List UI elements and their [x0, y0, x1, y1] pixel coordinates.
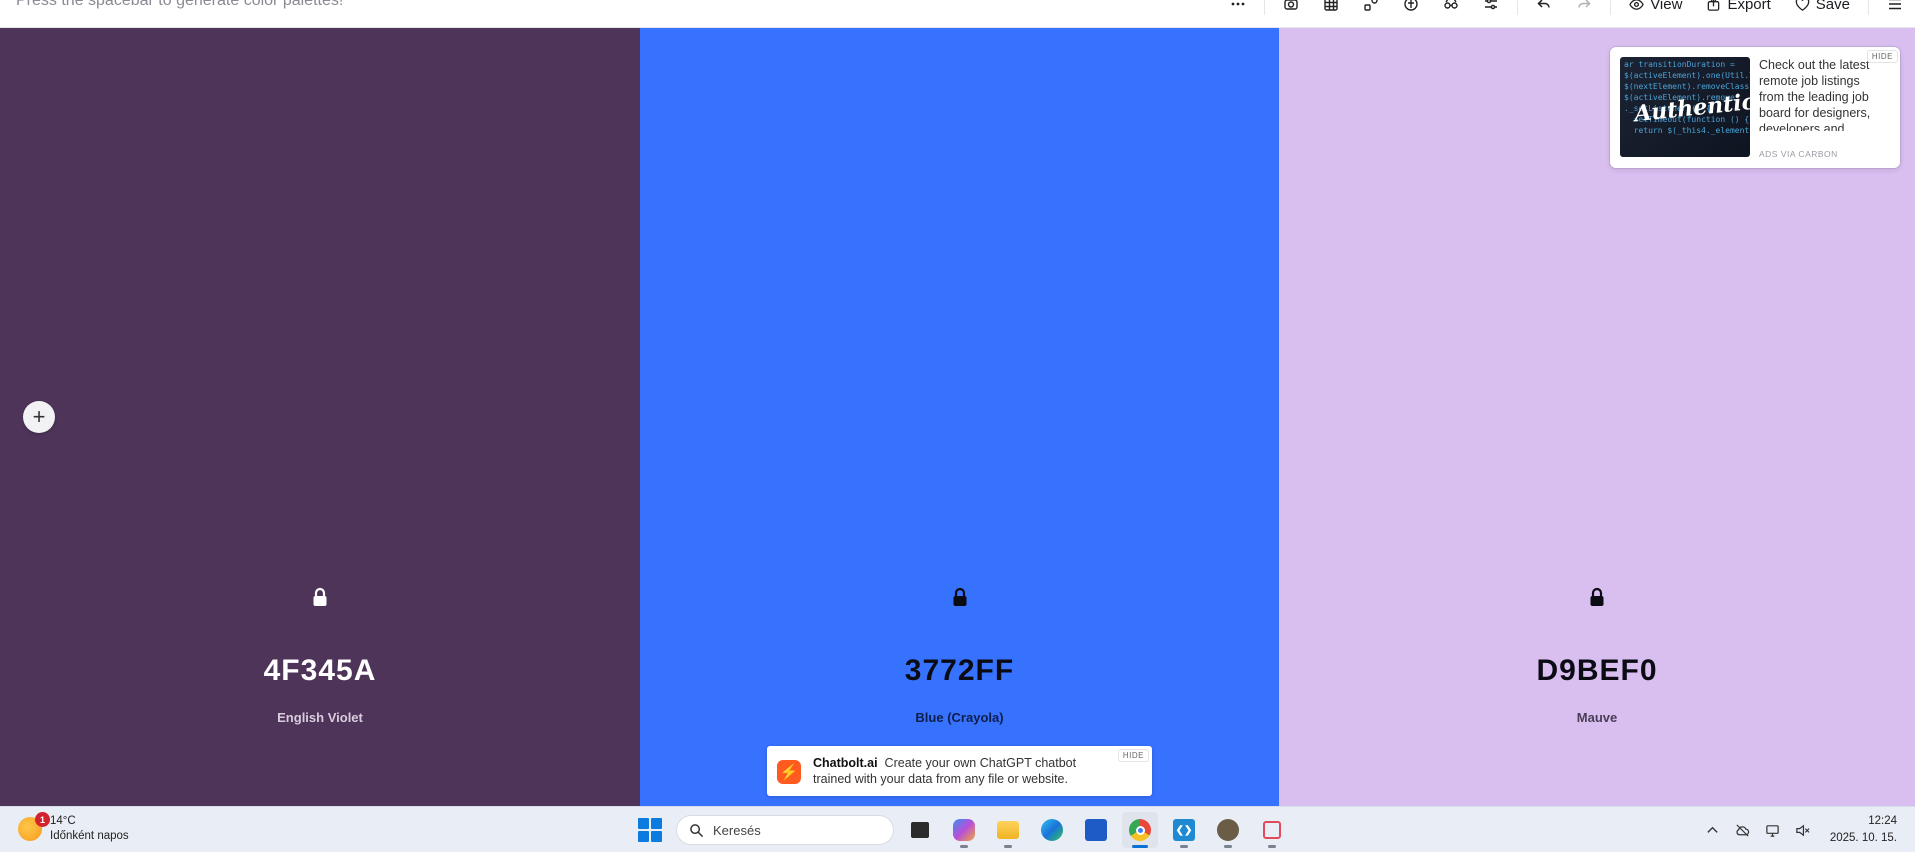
ad-text[interactable]: Check out the latest remote job listings… — [1759, 57, 1871, 131]
system-tray: 12:24 2025. 10. 15. — [1698, 807, 1915, 853]
vscode-icon: ❮❯ — [1173, 819, 1195, 841]
running-indicator — [1224, 845, 1232, 848]
chevron-up-icon[interactable] — [1698, 815, 1728, 845]
lock-icon[interactable] — [1587, 586, 1607, 608]
toolbar-divider — [1610, 0, 1612, 15]
weather-widget[interactable]: 1 14°C Időnként napos — [18, 812, 129, 844]
windows-logo-icon — [638, 818, 662, 842]
chrome-icon — [1129, 819, 1151, 841]
color-hex-code[interactable]: D9BEF0 — [1279, 654, 1915, 688]
m365-icon — [953, 819, 975, 841]
windows-taskbar: 1 14°C Időnként napos Keresés ❮❯ 12:24 2… — [0, 806, 1915, 852]
clock-time: 12:24 — [1868, 815, 1897, 827]
visibility-icon[interactable] — [1431, 0, 1471, 15]
taskbar-app-vscode[interactable]: ❮❯ — [1166, 812, 1202, 848]
chatbolt-ad-text[interactable]: Chatbolt.ai Create your own ChatGPT chat… — [813, 755, 1103, 787]
lock-icon[interactable] — [950, 586, 970, 608]
chatbolt-brand: Chatbolt.ai — [813, 756, 878, 770]
notification-badge: 1 — [35, 812, 50, 827]
taskbar-app-m365[interactable] — [946, 812, 982, 848]
taskbar-app-snipping-tool[interactable] — [1254, 812, 1290, 848]
color-name: English Violet — [277, 710, 363, 725]
export-icon — [1708, 0, 1720, 11]
export-button[interactable]: Export — [1694, 0, 1782, 15]
palette-color-column[interactable]: 3772FF Blue (Crayola) — [640, 28, 1279, 806]
volume-muted-icon[interactable] — [1788, 815, 1818, 845]
running-indicator — [960, 845, 968, 848]
save-label: Save — [1815, 0, 1850, 13]
store-icon — [1085, 819, 1107, 841]
camera-icon[interactable] — [1271, 0, 1311, 15]
carbon-ad[interactable]: ar transitionDuration = $(activeElement)… — [1610, 47, 1900, 168]
toolbar-divider — [1264, 0, 1266, 15]
color-name: Blue (Crayola) — [915, 710, 1004, 725]
top-toolbar: Press the spacebar to generate color pal… — [0, 0, 1915, 28]
export-label: Export — [1727, 0, 1771, 13]
toolbar-divider — [1517, 0, 1519, 15]
view-label: View — [1650, 0, 1683, 13]
weather-description: Időnként napos — [50, 830, 129, 842]
search-placeholder: Keresés — [713, 822, 761, 838]
hamburger-menu-icon[interactable] — [1875, 0, 1915, 15]
taskbar-app-file-explorer[interactable] — [990, 812, 1026, 848]
view-button[interactable]: View — [1617, 0, 1694, 15]
running-indicator — [1132, 845, 1148, 848]
toolbar-divider — [1868, 0, 1869, 15]
color-name: Mauve — [1576, 710, 1618, 725]
plus-icon: + — [32, 404, 46, 429]
start-button[interactable] — [632, 813, 668, 847]
system-clock[interactable]: 12:24 2025. 10. 15. — [1818, 813, 1915, 847]
more-options-icon[interactable] — [1218, 0, 1258, 15]
network-icon[interactable] — [1758, 815, 1788, 845]
ad-image[interactable]: ar transitionDuration = $(activeElement)… — [1620, 57, 1750, 157]
taskbar-apps: Keresés ❮❯ — [632, 812, 1290, 848]
edge-icon — [1041, 819, 1063, 841]
taskbar-app-edge[interactable] — [1034, 812, 1070, 848]
weather-sun-icon: 1 — [18, 812, 50, 841]
hide-ad-button[interactable]: HIDE — [1866, 50, 1898, 63]
task-view-button[interactable] — [902, 812, 938, 848]
folder-icon — [997, 821, 1019, 839]
clock-date: 2025. 10. 15. — [1829, 832, 1897, 844]
taskbar-search[interactable]: Keresés — [676, 815, 894, 845]
nodes-icon[interactable] — [1351, 0, 1391, 15]
save-button[interactable]: Save — [1783, 0, 1862, 15]
color-hex-code[interactable]: 4F345A — [0, 654, 640, 688]
adjust-sliders-icon[interactable] — [1471, 0, 1511, 15]
grid-icon[interactable] — [1311, 0, 1351, 15]
gimp-icon — [1217, 819, 1239, 841]
heart-icon — [1795, 0, 1810, 11]
hide-ad-button[interactable]: HIDE — [1117, 749, 1149, 762]
chatbolt-ad[interactable]: ⚡ Chatbolt.ai Create your own ChatGPT ch… — [767, 746, 1152, 796]
cloud-offline-icon[interactable] — [1728, 815, 1758, 845]
palette-color-column[interactable]: 4F345A English Violet — [0, 28, 640, 806]
taskbar-app-chrome[interactable] — [1122, 812, 1158, 848]
snipping-tool-icon — [1263, 821, 1281, 839]
color-hex-code[interactable]: 3772FF — [640, 654, 1279, 688]
undo-icon[interactable] — [1524, 0, 1564, 15]
temperature: 14°C — [50, 815, 76, 827]
add-color-button[interactable]: + — [23, 401, 55, 433]
chatbolt-logo-icon: ⚡ — [777, 760, 801, 784]
spacebar-hint: Press the spacebar to generate color pal… — [16, 0, 344, 9]
lock-icon[interactable] — [310, 586, 330, 608]
running-indicator — [1268, 845, 1276, 848]
search-icon — [690, 823, 704, 837]
redo-icon[interactable] — [1564, 0, 1604, 15]
toolbar-actions: View Export Save — [1218, 0, 1915, 16]
ads-via-carbon-link[interactable]: ADS VIA CARBON — [1759, 149, 1838, 159]
running-indicator — [1004, 845, 1012, 848]
taskbar-app-store[interactable] — [1078, 812, 1114, 848]
accessibility-icon[interactable] — [1391, 0, 1431, 15]
taskbar-app-gimp[interactable] — [1210, 812, 1246, 848]
task-view-icon — [911, 822, 929, 838]
eye-icon — [1629, 0, 1644, 10]
running-indicator — [1180, 845, 1188, 848]
